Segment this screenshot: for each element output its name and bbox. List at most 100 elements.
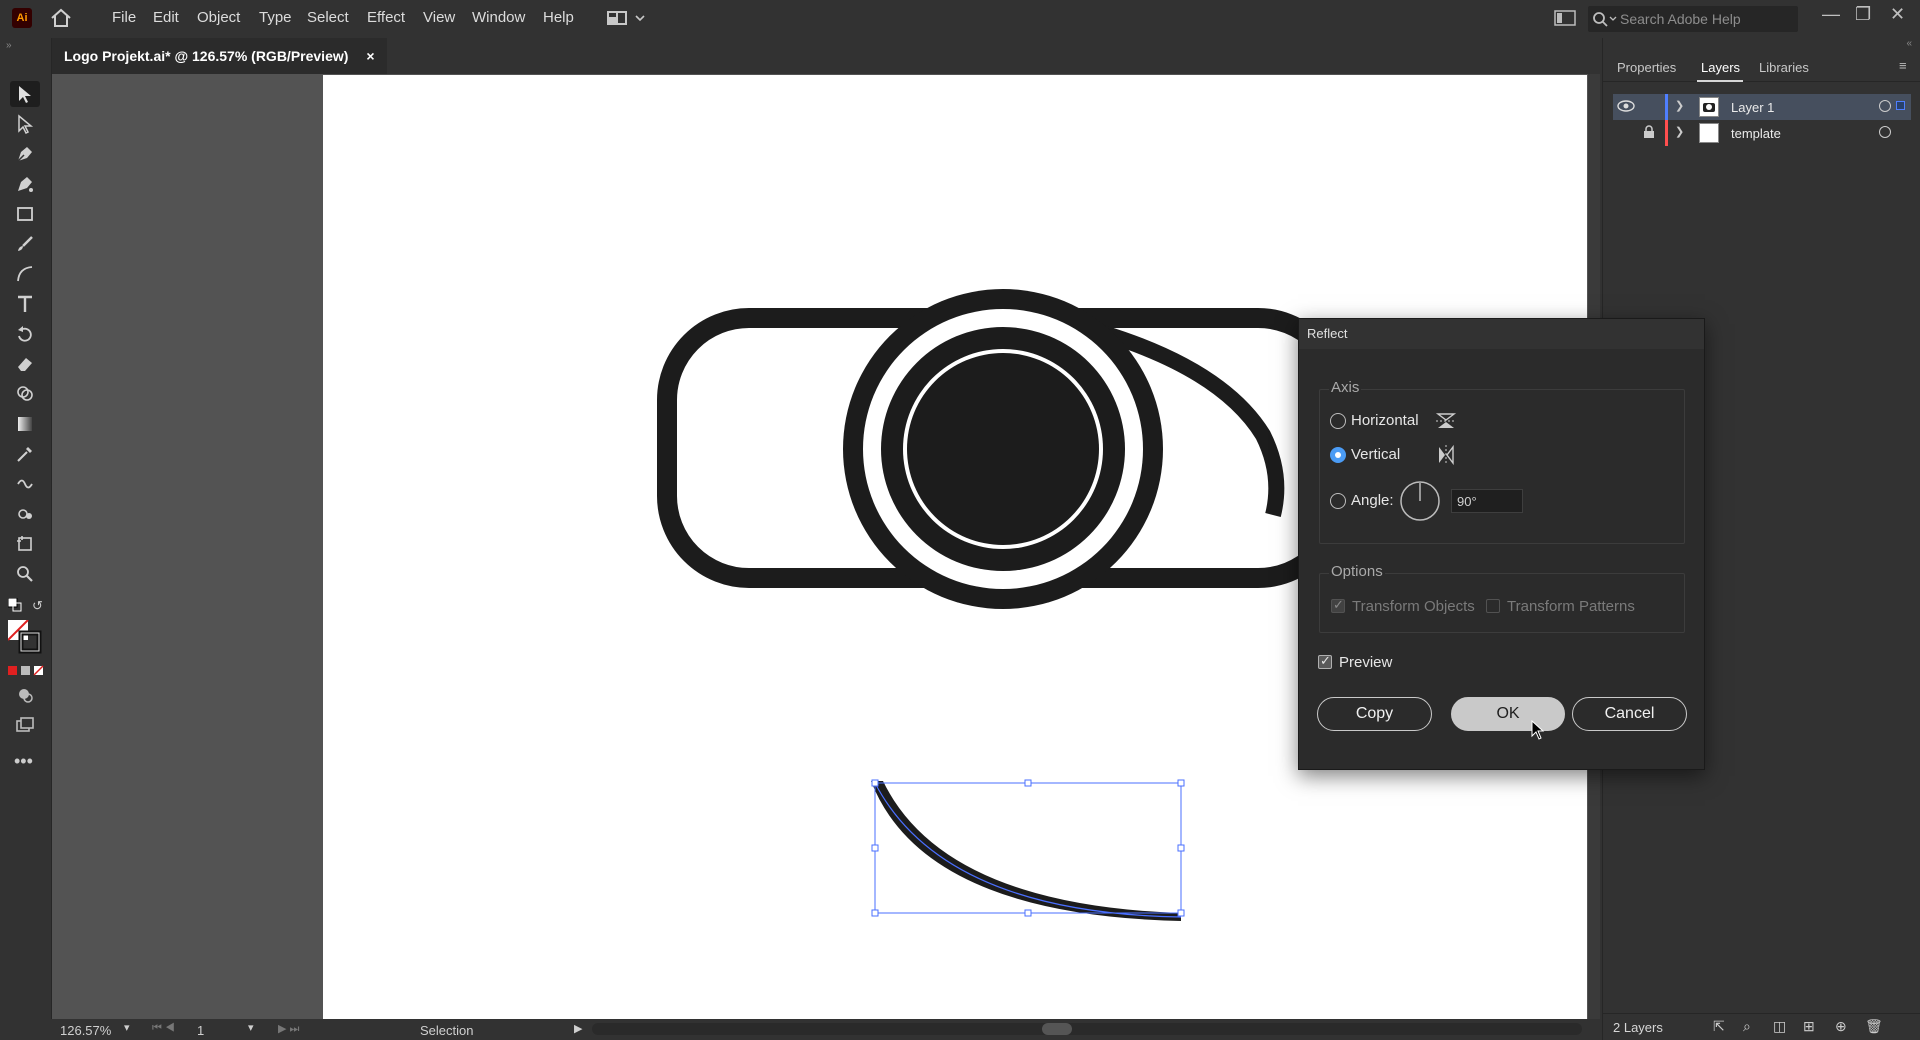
transform-patterns-label[interactable]: Transform Patterns [1507,598,1635,615]
preview-checkbox[interactable] [1318,653,1332,669]
artboard-nav-last-icon[interactable]: ▶ ⏭ [278,1022,299,1036]
layer-thumbnail [1699,123,1719,143]
rectangle-tool-icon[interactable] [10,201,40,227]
expand-chevron-icon[interactable]: ❯ [1675,125,1684,138]
tab-layers[interactable]: Layers [1701,60,1740,75]
horizontal-radio[interactable] [1330,413,1346,429]
selection-tool-icon[interactable] [10,81,40,107]
layer-name[interactable]: template [1731,126,1781,141]
status-menu-icon[interactable]: ▶ [574,1022,582,1035]
horizontal-label[interactable]: Horizontal [1351,412,1419,429]
shape-builder-tool-icon[interactable] [10,381,40,407]
app-logo: Ai [12,8,32,28]
angle-dial-icon[interactable] [1399,480,1441,525]
axis-legend: Axis [1329,379,1362,396]
fill-stroke-swatch[interactable] [7,619,44,656]
restore-icon[interactable]: ❐ [1855,4,1871,25]
target-circle-icon[interactable] [1879,126,1891,138]
document-tab[interactable]: Logo Projekt.ai* @ 126.57% (RGB/Preview)… [52,38,387,74]
new-layer-icon[interactable]: ⊕ [1835,1018,1847,1035]
rotate-tool-icon[interactable] [10,321,40,347]
ok-button[interactable]: OK [1451,697,1565,731]
eyedropper-tool-icon[interactable] [10,441,40,467]
layers-footer: 2 Layers ⇱ ⌕ ◫ ⊞ ⊕ 🗑 [1603,1013,1920,1040]
gradient-tool-icon[interactable] [10,411,40,437]
color-mode-icons[interactable] [8,664,44,676]
preview-label[interactable]: Preview [1339,654,1392,671]
symbol-sprayer-tool-icon[interactable] [10,501,40,527]
transform-objects-checkbox[interactable] [1331,597,1345,613]
tab-properties[interactable]: Properties [1617,60,1676,75]
close-tab-icon[interactable]: × [366,48,374,64]
selection-indicator[interactable] [1896,101,1905,110]
transform-objects-label[interactable]: Transform Objects [1352,598,1475,615]
delete-layer-icon[interactable]: 🗑 [1865,1018,1883,1035]
vertical-radio[interactable] [1330,447,1346,463]
cancel-button[interactable]: Cancel [1572,697,1687,731]
artboard-tool-icon[interactable] [10,531,40,557]
artboard-number[interactable]: 1 [197,1023,204,1038]
zoom-level[interactable]: 126.57% [60,1023,111,1038]
blend-tool-icon[interactable] [10,471,40,497]
menu-view[interactable]: View [423,9,455,26]
export-icon[interactable]: ⇱ [1713,1018,1725,1035]
zoom-tool-icon[interactable] [10,561,40,587]
vertical-label[interactable]: Vertical [1351,446,1400,463]
close-window-icon[interactable]: ✕ [1890,4,1905,25]
arrange-documents-icon[interactable] [1554,10,1576,26]
expand-chevron-icon[interactable]: ❯ [1675,99,1684,112]
direct-selection-tool-icon[interactable] [10,111,40,137]
layer-row-template[interactable]: ❯ template [1613,120,1911,146]
search-field[interactable]: Search Adobe Help [1588,6,1798,32]
lock-icon[interactable] [1643,125,1655,142]
menu-object[interactable]: Object [197,9,240,26]
pen-tool-icon[interactable] [10,141,40,167]
artboard-nav-first-icon[interactable]: ⏮ ◀ [152,1022,175,1035]
angle-radio[interactable] [1330,493,1346,509]
locate-object-icon[interactable]: ⌕ [1743,1018,1751,1035]
horizontal-scrollbar[interactable] [592,1023,1582,1035]
selected-curve-path [871,781,1181,921]
swap-colors-icon[interactable]: ↺ [32,598,43,614]
menu-effect[interactable]: Effect [367,9,405,26]
screen-mode-icon[interactable] [10,712,40,738]
artboard-dropdown-icon[interactable]: ▾ [248,1021,254,1034]
eraser-tool-icon[interactable] [10,351,40,377]
tab-libraries[interactable]: Libraries [1759,60,1809,75]
angle-label[interactable]: Angle: [1351,492,1394,509]
panel-collapse-icon[interactable]: » [6,40,12,51]
transform-patterns-checkbox[interactable] [1486,599,1500,613]
clipping-mask-icon[interactable]: ◫ [1773,1018,1786,1035]
paintbrush-tool-icon[interactable] [10,231,40,257]
default-colors-icon[interactable] [7,597,22,612]
menu-edit[interactable]: Edit [153,9,179,26]
layer-row-layer-1[interactable]: ❯ Layer 1 [1613,94,1911,120]
more-tools-icon[interactable]: ••• [14,751,33,772]
panel-collapse-icon[interactable]: « [1906,38,1912,49]
angle-input[interactable] [1451,489,1523,513]
copy-button[interactable]: Copy [1317,697,1432,731]
horizontal-scroll-thumb[interactable] [1042,1023,1072,1035]
panel-menu-icon[interactable]: ≡ [1899,58,1907,73]
arc-tool-icon[interactable] [10,261,40,287]
minimize-icon[interactable]: — [1822,4,1840,25]
menu-help[interactable]: Help [543,9,574,26]
type-tool-icon[interactable] [10,291,40,317]
menu-file[interactable]: File [112,9,136,26]
menu-window[interactable]: Window [472,9,525,26]
draw-mode-icon[interactable] [10,682,40,708]
menu-type[interactable]: Type [259,9,292,26]
layers-tab-underline [1697,80,1743,82]
new-sublayer-icon[interactable]: ⊞ [1803,1018,1815,1035]
target-circle-icon[interactable] [1879,100,1891,112]
dialog-title[interactable]: Reflect [1299,319,1704,349]
zoom-dropdown-icon[interactable]: ▾ [124,1021,130,1034]
visibility-eye-icon[interactable] [1617,99,1635,116]
workspace-switcher-icon[interactable] [606,9,650,27]
menu-select[interactable]: Select [307,9,349,26]
curvature-tool-icon[interactable] [10,171,40,197]
home-icon[interactable] [50,8,72,28]
reflect-dialog: Reflect Axis Horizontal Vertical Angle: … [1298,318,1705,770]
search-placeholder: Search Adobe Help [1620,11,1741,27]
layer-name[interactable]: Layer 1 [1731,100,1774,115]
